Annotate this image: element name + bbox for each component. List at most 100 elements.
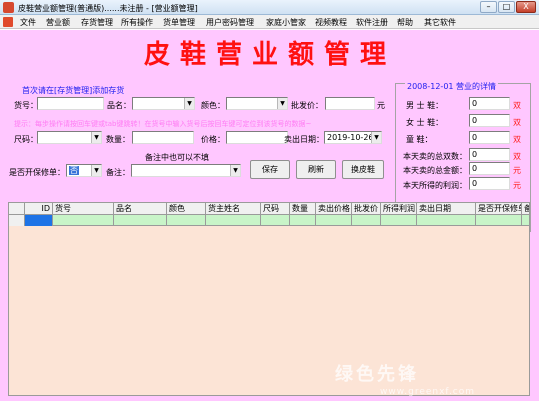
stat-profit-unit: 元 — [513, 181, 521, 190]
pifajia-label: 批发价： — [291, 101, 323, 110]
date-value: 2019-10-26 — [327, 133, 374, 142]
col-pinming[interactable]: 品名 — [114, 203, 167, 215]
save-button[interactable]: 保存 — [250, 160, 290, 179]
chevron-down-icon[interactable]: ▼ — [91, 132, 101, 143]
change-shoes-button[interactable]: 换皮鞋 — [342, 160, 384, 179]
stat-kids-value: 0 — [469, 131, 510, 144]
cell-huohao[interactable] — [53, 215, 114, 226]
stat-total-amount-label: 本天卖的总金额： — [403, 166, 467, 175]
app-icon — [3, 2, 14, 13]
jiage-input[interactable] — [226, 131, 288, 144]
sales-grid[interactable]: ID 货号 品名 颜色 货主姓名 尺码 数量 卖出价格 批发价 所得利润 卖出日… — [8, 202, 530, 396]
shuliang-label: 数量： — [106, 135, 130, 144]
grid-header: ID 货号 品名 颜色 货主姓名 尺码 数量 卖出价格 批发价 所得利润 卖出日… — [9, 203, 529, 215]
col-wholesale[interactable]: 批发价 — [352, 203, 381, 215]
baoxiu-select[interactable]: 否 ▼ — [66, 164, 102, 177]
maximize-button[interactable]: □ — [498, 1, 515, 13]
stat-total-pairs-unit: 双 — [513, 152, 521, 161]
refresh-button[interactable]: 刷新 — [296, 160, 336, 179]
stat-kids-label: 童 鞋： — [406, 135, 433, 144]
cell-chima[interactable] — [261, 215, 290, 226]
remark-hint: 备注中也可以不填 — [145, 153, 209, 162]
menu-stock[interactable]: 存货管理 — [81, 17, 113, 28]
stat-women-label: 女 士 鞋： — [406, 118, 444, 127]
stat-kids-unit: 双 — [513, 135, 521, 144]
cell-owner[interactable] — [206, 215, 261, 226]
beizhu-label: 备注： — [106, 168, 130, 177]
cell-id[interactable] — [25, 215, 53, 226]
stat-profit-value: 0 — [469, 177, 510, 190]
close-button[interactable]: X — [516, 1, 536, 13]
cell-warranty[interactable] — [476, 215, 522, 226]
yanse-label: 颜色： — [201, 101, 225, 110]
cell-profit[interactable] — [381, 215, 417, 226]
menu-passwords[interactable]: 用户密码管理 — [206, 17, 254, 28]
cell-yanse[interactable] — [167, 215, 206, 226]
chevron-down-icon[interactable]: ▼ — [91, 165, 101, 176]
shuliang-input[interactable] — [132, 131, 194, 144]
col-chima[interactable]: 尺码 — [261, 203, 290, 215]
cell-pinming[interactable] — [114, 215, 167, 226]
menu-video[interactable]: 视频教程 — [315, 17, 347, 28]
col-owner[interactable]: 货主姓名 — [206, 203, 261, 215]
chevron-down-icon[interactable]: ▼ — [371, 132, 381, 143]
minimize-button[interactable]: – — [480, 1, 497, 13]
chima-select[interactable]: ▼ — [37, 131, 102, 144]
huohao-input[interactable] — [37, 97, 104, 110]
stat-profit-label: 本天所得的利润： — [403, 181, 467, 190]
menu-register[interactable]: 软件注册 — [356, 17, 388, 28]
row-header[interactable] — [9, 215, 25, 226]
cell-sell-date[interactable] — [417, 215, 476, 226]
pifajia-unit: 元 — [377, 101, 385, 110]
pinming-select[interactable]: ▼ — [132, 97, 195, 110]
chima-label: 尺码： — [14, 135, 38, 144]
cell-sell-price[interactable] — [316, 215, 352, 226]
yanse-select[interactable]: ▼ — [226, 97, 288, 110]
menu-home[interactable]: 家庭小管家 — [266, 17, 306, 28]
col-id[interactable]: ID — [25, 203, 53, 215]
daily-stats-title: 2008-12-01 营业的详情 — [405, 81, 499, 92]
menu-revenue[interactable]: 营业额 — [46, 17, 70, 28]
col-remark[interactable]: 备 — [522, 203, 529, 215]
col-sell-date[interactable]: 卖出日期 — [417, 203, 476, 215]
main-panel: 皮鞋营业额管理 首次请在[存货管理]添加存货 提示：每步操作请按回车键或tab键… — [0, 30, 539, 401]
watermark-logo: 绿色先锋 — [335, 364, 419, 385]
menu-bar: 文件 营业额 存货管理 所有操作 货单管理 用户密码管理 家庭小管家 视频教程 … — [0, 15, 539, 29]
date-label: 卖出日期： — [284, 135, 324, 144]
menu-all-ops[interactable]: 所有操作 — [121, 17, 153, 28]
chevron-down-icon[interactable]: ▼ — [230, 165, 240, 176]
stat-men-label: 男 士 鞋： — [406, 101, 444, 110]
baoxiu-value: 否 — [69, 166, 79, 175]
chevron-down-icon[interactable]: ▼ — [277, 98, 287, 109]
beizhu-select[interactable]: ▼ — [131, 164, 241, 177]
menu-orders[interactable]: 货单管理 — [163, 17, 195, 28]
menu-file[interactable]: 文件 — [20, 17, 36, 28]
stock-hint: 首次请在[存货管理]添加存货 — [22, 86, 125, 95]
col-sell-price[interactable]: 卖出价格 — [316, 203, 352, 215]
stat-total-amount-value: 0 — [469, 162, 510, 175]
stat-men-unit: 双 — [513, 101, 521, 110]
col-warranty[interactable]: 是否开保修单 — [476, 203, 522, 215]
corner-cell — [9, 203, 25, 215]
tip-hint: 提示：每步操作请按回车键或tab键跳转！在货号中输入货号后按回车键可定位到该货号… — [14, 120, 312, 128]
col-yanse[interactable]: 颜色 — [167, 203, 206, 215]
window-title: 皮鞋营业额管理(普通版)......未注册 - [营业额管理] — [18, 4, 198, 13]
col-huohao[interactable]: 货号 — [53, 203, 114, 215]
cell-shuliang[interactable] — [290, 215, 316, 226]
col-shuliang[interactable]: 数量 — [290, 203, 316, 215]
col-profit[interactable]: 所得利润 — [381, 203, 417, 215]
menu-other[interactable]: 其它软件 — [424, 17, 456, 28]
huohao-label: 货号： — [14, 101, 38, 110]
chevron-down-icon[interactable]: ▼ — [184, 98, 194, 109]
stat-total-pairs-value: 0 — [469, 148, 510, 161]
stat-women-unit: 双 — [513, 118, 521, 127]
stat-women-value: 0 — [469, 114, 510, 127]
menu-app-icon — [3, 17, 13, 27]
cell-wholesale[interactable] — [352, 215, 381, 226]
pifajia-input[interactable] — [325, 97, 375, 110]
date-picker[interactable]: 2019-10-26 ▼ — [324, 131, 382, 144]
table-row[interactable] — [9, 215, 529, 226]
stat-total-amount-unit: 元 — [513, 166, 521, 175]
menu-help[interactable]: 帮助 — [397, 17, 413, 28]
cell-remark[interactable] — [522, 215, 529, 226]
